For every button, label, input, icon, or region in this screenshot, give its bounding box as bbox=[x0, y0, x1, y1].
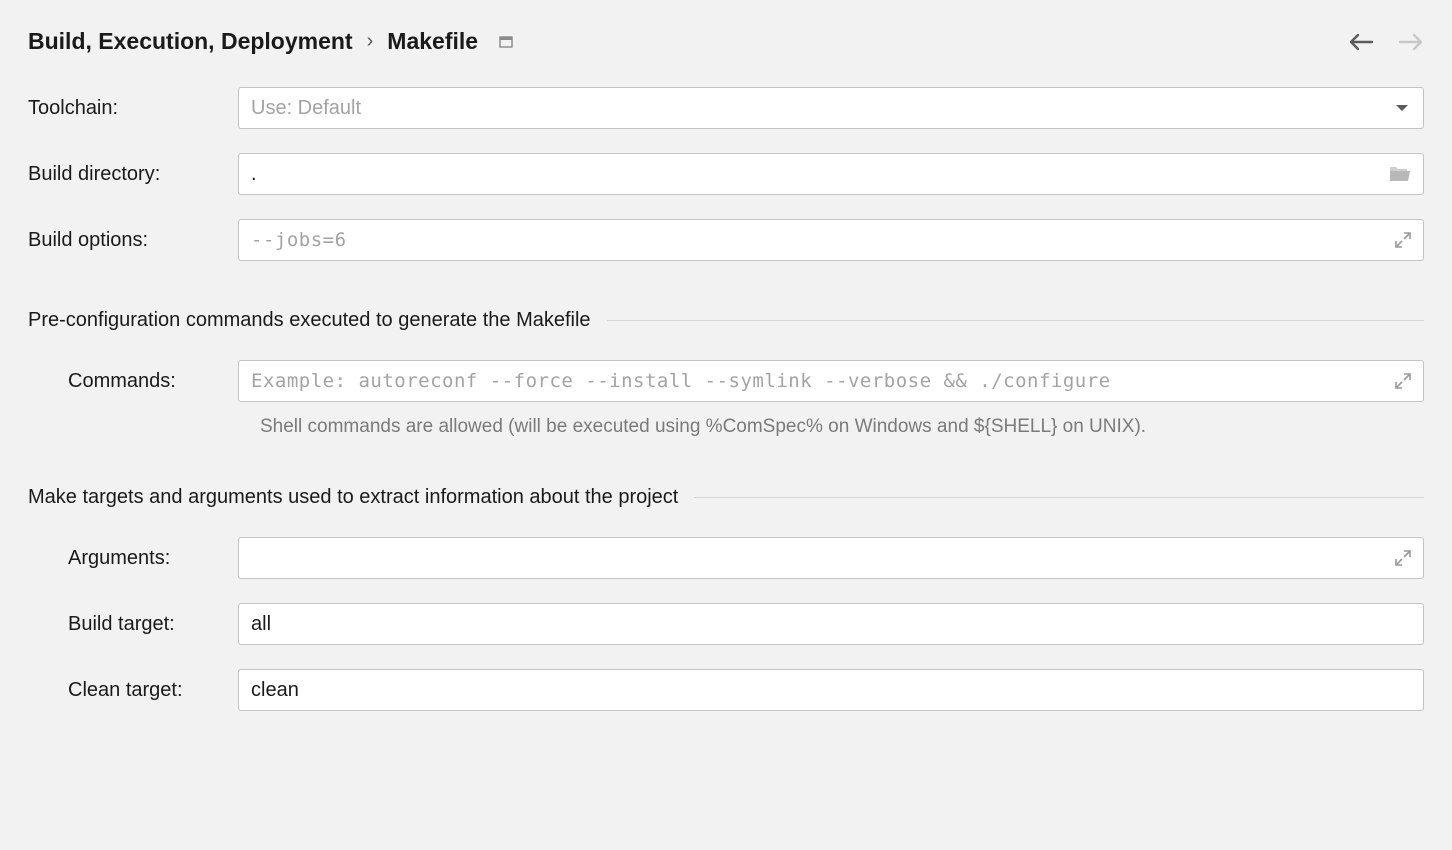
preconfig-section-header: Pre-configuration commands executed to g… bbox=[28, 309, 1424, 332]
toolchain-label: Toolchain: bbox=[28, 97, 238, 120]
build-options-label: Build options: bbox=[28, 229, 238, 252]
build-options-input[interactable] bbox=[239, 220, 1383, 260]
targets-section-header: Make targets and arguments used to extra… bbox=[28, 486, 1424, 509]
build-directory-label: Build directory: bbox=[28, 163, 238, 186]
breadcrumb-parent[interactable]: Build, Execution, Deployment bbox=[28, 28, 353, 55]
clean-target-label: Clean target: bbox=[28, 679, 238, 702]
toolchain-dropdown[interactable] bbox=[238, 87, 1424, 129]
browse-folder-icon[interactable] bbox=[1377, 165, 1423, 183]
arguments-field[interactable] bbox=[238, 537, 1424, 579]
build-directory-field[interactable] bbox=[238, 153, 1424, 195]
toolchain-value[interactable] bbox=[239, 88, 1381, 128]
build-options-field[interactable] bbox=[238, 219, 1424, 261]
build-target-field[interactable] bbox=[238, 603, 1424, 645]
nav-back-button[interactable] bbox=[1348, 32, 1374, 52]
nav-forward-button bbox=[1398, 32, 1424, 52]
nav-arrows bbox=[1348, 32, 1424, 52]
arguments-input[interactable] bbox=[239, 538, 1383, 578]
settings-header: Build, Execution, Deployment › Makefile bbox=[28, 28, 1424, 55]
breadcrumb-current: Makefile bbox=[387, 28, 478, 55]
clean-target-input[interactable] bbox=[239, 670, 1423, 710]
build-directory-input[interactable] bbox=[239, 154, 1377, 194]
commands-label: Commands: bbox=[28, 370, 238, 393]
project-scope-icon bbox=[498, 34, 514, 50]
build-target-input[interactable] bbox=[239, 604, 1423, 644]
commands-input[interactable] bbox=[239, 361, 1383, 401]
clean-target-field[interactable] bbox=[238, 669, 1424, 711]
commands-field[interactable] bbox=[238, 360, 1424, 402]
breadcrumb-separator: › bbox=[367, 30, 374, 53]
section-divider bbox=[607, 320, 1424, 321]
expand-icon[interactable] bbox=[1383, 232, 1423, 248]
preconfig-section-title: Pre-configuration commands executed to g… bbox=[28, 309, 591, 332]
commands-help-text: Shell commands are allowed (will be exec… bbox=[260, 416, 1424, 438]
dropdown-caret-icon bbox=[1381, 97, 1423, 119]
targets-section-title: Make targets and arguments used to extra… bbox=[28, 486, 678, 509]
expand-icon[interactable] bbox=[1383, 373, 1423, 389]
breadcrumb: Build, Execution, Deployment › Makefile bbox=[28, 28, 514, 55]
arguments-label: Arguments: bbox=[28, 547, 238, 570]
build-target-label: Build target: bbox=[28, 613, 238, 636]
section-divider bbox=[694, 497, 1424, 498]
expand-icon[interactable] bbox=[1383, 550, 1423, 566]
